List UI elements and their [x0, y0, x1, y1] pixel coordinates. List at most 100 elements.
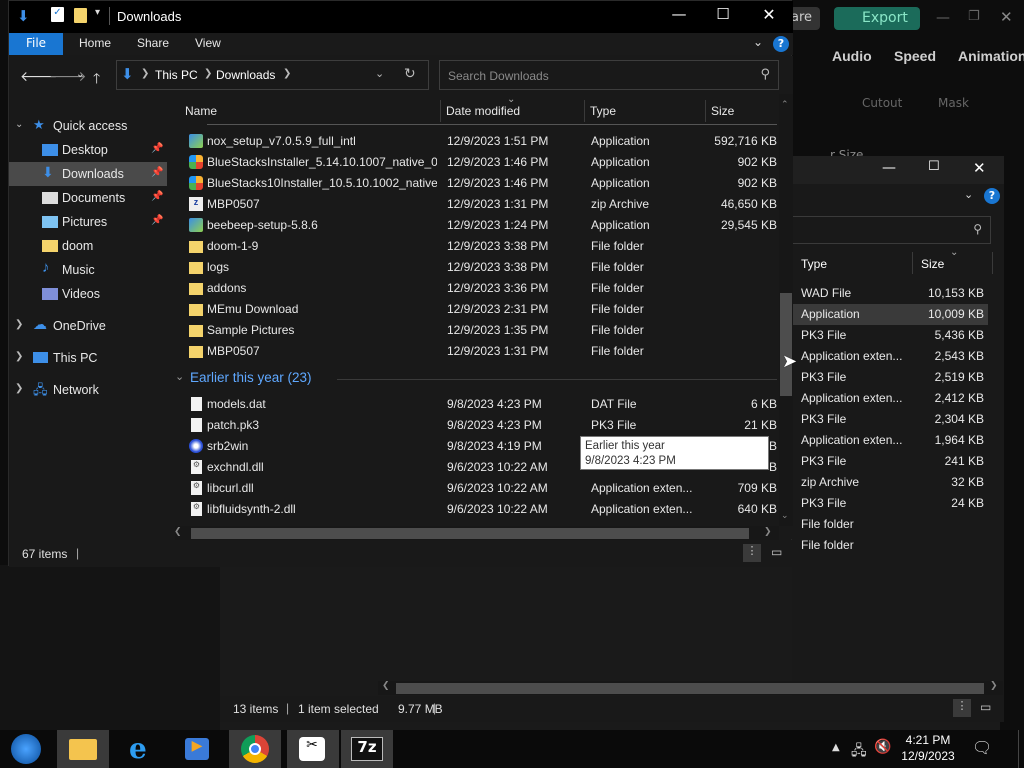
file-row[interactable]: ⚙ libcurl.dll 9/6/2023 10:22 AM Application… [167, 478, 779, 499]
network-status-icon[interactable]: 🖧 [851, 740, 867, 764]
file-row[interactable]: z MBP0507 12/9/2023 1:31 PM zip Archive 46,6… [167, 194, 779, 215]
win2-file-row[interactable]: Application exten... 1,964 KB [792, 430, 988, 451]
ribbon-expand-chevron-icon[interactable]: ⌄ [753, 35, 763, 49]
file-row[interactable]: BlueStacks10Installer_10.5.10.1002_nativ… [167, 173, 779, 194]
win2-file-row[interactable]: PK3 File 5,436 KB [792, 325, 988, 346]
tab-animation[interactable]: Animation [958, 48, 1024, 64]
taskbar-chrome[interactable] [229, 730, 281, 768]
tab-view[interactable]: View [195, 36, 221, 50]
group-header-earlier-this-year[interactable]: ⌄ Earlier this year (23) [167, 368, 779, 390]
win2-details-view-icon[interactable]: ⋮ [953, 699, 971, 717]
win2-close-icon[interactable]: ✕ [973, 159, 986, 177]
scroll-left-icon[interactable]: ❮ [174, 527, 182, 537]
minimize-icon[interactable]: — [657, 5, 701, 29]
properties-icon[interactable]: ✓ [51, 7, 64, 22]
taskbar-clock[interactable]: 4:21 PM 12/9/2023 [888, 732, 968, 764]
taskbar-media-player[interactable]: ▶ [171, 730, 223, 768]
address-history-chevron-icon[interactable]: ⌄ [375, 67, 384, 80]
tab-share[interactable]: Share [137, 36, 169, 50]
win2-file-row[interactable]: Application exten... 2,543 KB [792, 346, 988, 367]
col-date-modified[interactable]: Date modified [446, 104, 520, 118]
nav-this-pc[interactable]: ❯ This PC [9, 346, 167, 370]
win2-help-icon[interactable]: ? [984, 188, 1000, 204]
scroll-up-icon[interactable]: ⌃ [781, 100, 789, 110]
win2-large-icons-view-icon[interactable]: ▭ [980, 700, 991, 714]
details-view-icon[interactable]: ⋮ [743, 544, 761, 562]
subtab-cutout[interactable]: Cutout [862, 96, 902, 110]
win2-file-row[interactable]: PK3 File 2,304 KB [792, 409, 988, 430]
subtab-mask[interactable]: Mask [938, 96, 969, 110]
bg-minimize-icon[interactable]: — [936, 10, 950, 26]
breadcrumb-separator-icon[interactable]: ❯ [204, 68, 212, 79]
win2-maximize-icon[interactable]: ☐ [928, 159, 940, 174]
nav-quick-access[interactable]: ⌄ ★ Quick access [9, 114, 167, 138]
customize-toolbar-chevron-icon[interactable]: ▾ [95, 7, 100, 18]
tab-file[interactable]: File [9, 33, 63, 55]
search-input[interactable]: Search Downloads ⚲ [439, 60, 779, 90]
col-separator[interactable] [440, 100, 441, 122]
win2-file-row[interactable]: PK3 File 24 KB [792, 493, 988, 514]
vertical-scroll-thumb[interactable] [780, 293, 792, 396]
bg-close-icon[interactable]: ✕ [1000, 8, 1013, 26]
file-row[interactable]: Sample Pictures 12/9/2023 1:35 PM File fol… [167, 320, 779, 341]
help-icon[interactable]: ? [773, 36, 789, 52]
col-separator[interactable] [705, 100, 706, 122]
file-row[interactable]: doom-1-9 12/9/2023 3:38 PM File folder [167, 236, 779, 257]
win2-chevron-down-icon[interactable]: ⌄ [964, 188, 973, 201]
export-button[interactable]: Export [834, 7, 920, 30]
col-size[interactable]: Size [711, 104, 734, 118]
file-row[interactable]: MEmu Download 12/9/2023 2:31 PM File folde… [167, 299, 779, 320]
expand-chevron-icon[interactable]: ❯ [15, 319, 23, 330]
action-center-icon[interactable]: 🗨 [972, 738, 992, 757]
col-type[interactable]: Type [590, 104, 616, 118]
sidebar-item-downloads[interactable]: ⬇ Downloads 📌 [9, 162, 167, 186]
win2-file-row[interactable]: File folder [792, 535, 988, 556]
win2-file-row[interactable]: zip Archive 32 KB [792, 472, 988, 493]
up-arrow-icon[interactable]: 🡑 [93, 68, 100, 92]
nav-network[interactable]: ❯ 🖧 Network [9, 378, 167, 402]
tab-audio[interactable]: Audio [832, 48, 872, 64]
address-bar[interactable]: ⬇ ❯ This PC ❯ Downloads ❯ ⌄ ↻ [116, 60, 429, 90]
maximize-icon[interactable]: ☐ [701, 5, 745, 29]
win2-horizontal-scroll-thumb[interactable] [396, 683, 984, 694]
sidebar-item-desktop[interactable]: Desktop 📌 [9, 138, 167, 162]
file-row[interactable]: logs 12/9/2023 3:38 PM File folder [167, 257, 779, 278]
win2-scroll-right-icon[interactable]: ❯ [990, 681, 998, 691]
sidebar-item-doom[interactable]: doom [9, 234, 167, 258]
file-row[interactable]: beebeep-setup-5.8.6 12/9/2023 1:24 PM Appl… [167, 215, 779, 236]
win2-file-row[interactable]: Application exten... 2,412 KB [792, 388, 988, 409]
collapse-chevron-icon[interactable]: ⌄ [175, 370, 184, 383]
win2-minimize-icon[interactable]: — [882, 160, 896, 176]
breadcrumb-this-pc[interactable]: This PC [155, 68, 198, 82]
win2-file-row[interactable]: WAD File 10,153 KB [792, 283, 988, 304]
scroll-right-icon[interactable]: ❯ [764, 527, 772, 537]
taskbar-capcut[interactable]: ✂ [287, 730, 339, 768]
breadcrumb-downloads[interactable]: Downloads [216, 68, 275, 82]
sidebar-item-documents[interactable]: Documents 📌 [9, 186, 167, 210]
quick-access-download-icon[interactable]: ⬇ [17, 7, 30, 25]
breadcrumb-separator-icon[interactable]: ❯ [283, 68, 291, 79]
col-separator[interactable] [584, 100, 585, 122]
tab-home[interactable]: Home [79, 36, 111, 50]
nav-onedrive[interactable]: ❯ ☁ OneDrive [9, 314, 167, 338]
taskbar-file-explorer[interactable] [57, 730, 109, 768]
col-name[interactable]: Name [185, 104, 217, 118]
win2-file-row[interactable]: PK3 File 241 KB [792, 451, 988, 472]
file-row[interactable]: BlueStacksInstaller_5.14.10.1007_native_… [167, 152, 779, 173]
refresh-icon[interactable]: ↻ [404, 66, 416, 82]
win2-col-size[interactable]: Size [921, 257, 944, 271]
file-row[interactable]: nox_setup_v7.0.5.9_full_intl 12/9/2023 1:… [167, 131, 779, 152]
expand-chevron-icon[interactable]: ❯ [15, 351, 23, 362]
sidebar-item-videos[interactable]: Videos [9, 282, 167, 306]
close-icon[interactable]: ✕ [747, 5, 791, 29]
sidebar-item-pictures[interactable]: Pictures 📌 [9, 210, 167, 234]
tab-speed[interactable]: Speed [894, 48, 936, 64]
start-button[interactable] [0, 730, 52, 768]
show-hidden-icons-icon[interactable]: ▲ [832, 742, 840, 753]
breadcrumb-separator-icon[interactable]: ❯ [141, 68, 149, 79]
horizontal-scroll-thumb[interactable] [191, 528, 749, 539]
new-folder-icon[interactable] [74, 8, 87, 23]
win2-scroll-left-icon[interactable]: ❮ [382, 681, 390, 691]
scroll-down-icon[interactable]: ⌄ [781, 511, 789, 521]
bg-restore-icon[interactable]: ❐ [968, 9, 980, 24]
